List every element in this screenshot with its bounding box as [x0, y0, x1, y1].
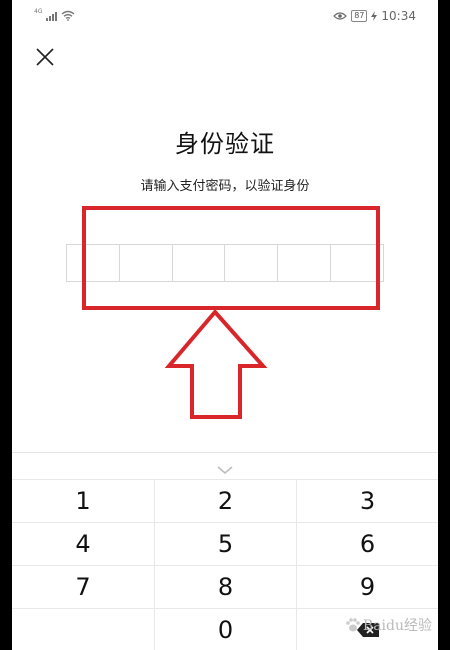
key-8[interactable]: 8	[154, 565, 296, 608]
key-5[interactable]: 5	[154, 522, 296, 565]
baidu-watermark: Baidu经验	[345, 615, 432, 635]
key-4[interactable]: 4	[12, 522, 154, 565]
highlight-box	[82, 206, 380, 310]
key-3[interactable]: 3	[296, 479, 438, 522]
key-1[interactable]: 1	[12, 479, 154, 522]
key-0[interactable]: 0	[154, 608, 296, 650]
numeric-keypad: 1 2 3 4 5 6 7 8 9 0 Baidu经验	[12, 452, 438, 650]
arrow-up-icon	[164, 308, 268, 419]
watermark-text: Baidu经验	[362, 618, 432, 634]
phone-screen: 4G 87 10:34 身份验证 请输入支付密码，以验证身份 1 2 3 4 5…	[12, 0, 438, 650]
annotation-overlay	[82, 206, 380, 419]
baidu-paw-icon	[346, 618, 360, 632]
key-6[interactable]: 6	[296, 522, 438, 565]
keyboard-collapse-icon[interactable]	[213, 465, 237, 475]
key-blank	[12, 608, 154, 650]
key-9[interactable]: 9	[296, 565, 438, 608]
key-2[interactable]: 2	[154, 479, 296, 522]
key-7[interactable]: 7	[12, 565, 154, 608]
